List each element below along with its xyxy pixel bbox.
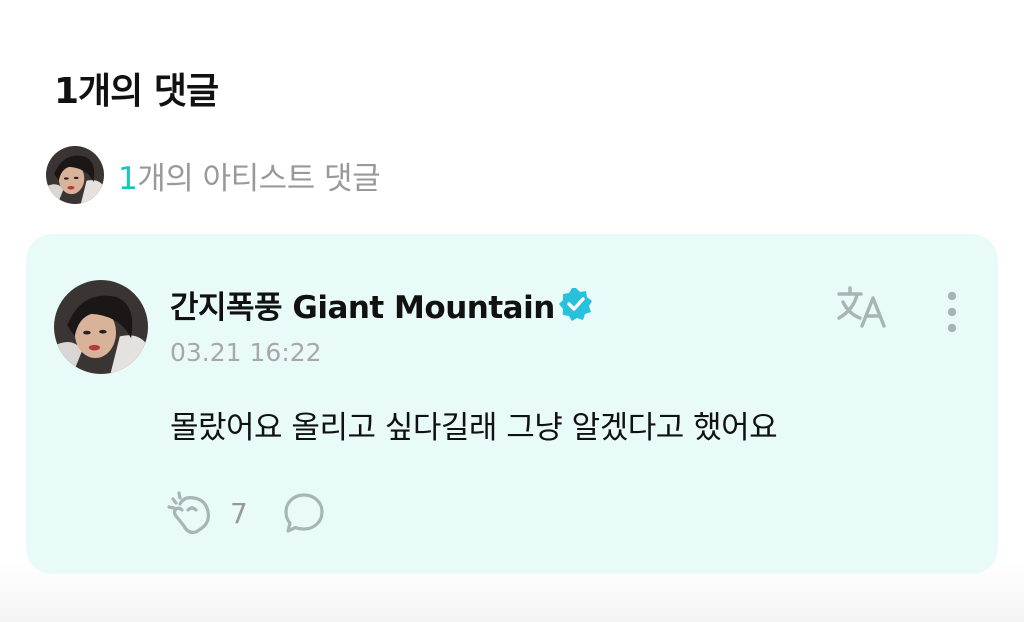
artist-comments-summary[interactable]: 1개의 아티스트 댓글 bbox=[46, 146, 381, 204]
translate-icon[interactable] bbox=[834, 284, 894, 334]
artist-avatar bbox=[46, 146, 104, 204]
author-avatar[interactable] bbox=[54, 280, 148, 374]
like-count: 7 bbox=[230, 496, 248, 530]
speech-bubble-icon[interactable] bbox=[282, 491, 326, 535]
comment-count-title: 1개의 댓글 bbox=[54, 71, 219, 112]
cheer-hand-icon[interactable] bbox=[166, 490, 216, 536]
artist-comment-card: 간지폭풍 Giant Mountain 03.21 16:22 몰랐어요 올리고… bbox=[26, 234, 998, 574]
comment-actions: 7 bbox=[166, 490, 326, 536]
author-name[interactable]: 간지폭풍 Giant Mountain bbox=[170, 282, 555, 327]
artist-comments-label: 1개의 아티스트 댓글 bbox=[118, 153, 381, 198]
more-vertical-icon[interactable] bbox=[938, 288, 966, 336]
artist-comment-count: 1 bbox=[118, 160, 138, 197]
artist-comment-label-text: 개의 아티스트 댓글 bbox=[137, 160, 381, 197]
author-row: 간지폭풍 Giant Mountain bbox=[170, 282, 593, 326]
comments-page: 1개의 댓글 1개의 아티스트 댓글 간지폭풍 Giant Mountain 0… bbox=[0, 0, 1024, 622]
comment-timestamp: 03.21 16:22 bbox=[170, 338, 322, 367]
verified-check-icon bbox=[558, 287, 593, 321]
comment-body: 몰랐어요 올리고 싶다길래 그냥 알겠다고 했어요 bbox=[170, 410, 778, 446]
